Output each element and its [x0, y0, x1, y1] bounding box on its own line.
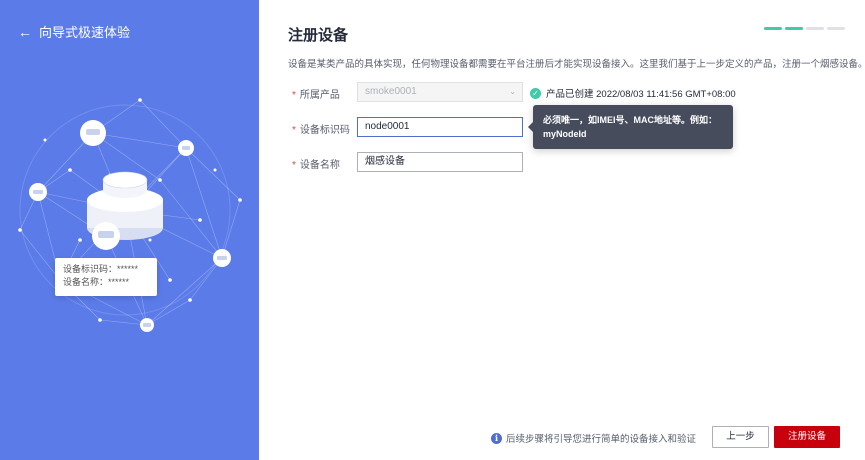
main-panel: 注册设备 设备是某类产品的具体实现，任何物理设备都需要在平台注册后才能实现设备接…	[259, 0, 865, 460]
step-indicator	[827, 27, 845, 30]
page-description: 设备是某类产品的具体实现，任何物理设备都需要在平台注册后才能实现设备接入。这里我…	[288, 59, 865, 70]
back-link-label: 向导式极速体验	[39, 25, 131, 40]
chevron-down-icon: ⌄	[509, 87, 516, 96]
footer-hint-text: 后续步骤将引导您进行简单的设备接入和验证	[506, 434, 697, 445]
device-info-card: 设备标识码： ****** 设备名称： ******	[55, 258, 157, 296]
device-name-label: * 设备名称	[292, 160, 340, 171]
step-progress	[764, 27, 845, 30]
card-name-label: 设备名称：	[63, 277, 109, 287]
step-indicator	[764, 27, 782, 30]
step-indicator	[806, 27, 824, 30]
check-circle-icon: ✓	[530, 87, 541, 99]
back-link[interactable]: ← 向导式极速体验	[18, 22, 130, 41]
node-id-label: * 设备标识码	[292, 125, 350, 136]
required-asterisk: *	[292, 125, 296, 136]
tooltip-line-1: 必须唯一，如IMEI号、MAC地址等。例如：	[543, 115, 717, 125]
product-created-text: 产品已创建 2022/08/03 11:41:56 GMT+08:00	[546, 89, 736, 100]
card-id-value: ******	[117, 264, 139, 274]
footer-hint: i 后续步骤将引导您进行简单的设备接入和验证	[491, 431, 696, 445]
product-created-status: ✓ 产品已创建 2022/08/03 11:41:56 GMT+08:00	[530, 86, 736, 100]
page-title: 注册设备	[288, 27, 349, 44]
arrow-left-icon: ←	[18, 23, 32, 40]
required-asterisk: *	[292, 90, 296, 101]
node-id-value: node0001	[365, 121, 410, 132]
wizard-sidebar: ← 向导式极速体验 设备标识码： ****** 设备名称： ******	[0, 0, 259, 460]
register-device-page: ← 向导式极速体验 设备标识码： ****** 设备名称： ****** 注册设…	[0, 0, 865, 460]
required-asterisk: *	[292, 160, 296, 171]
register-device-button[interactable]: 注册设备	[774, 426, 840, 448]
info-icon: i	[491, 432, 502, 444]
previous-step-button[interactable]: 上一步	[712, 426, 769, 448]
step-indicator	[785, 27, 803, 30]
card-id-label: 设备标识码：	[63, 264, 118, 274]
node-id-tooltip: 必须唯一，如IMEI号、MAC地址等。例如： myNodeId	[528, 105, 733, 149]
device-name-input[interactable]: 烟感设备	[357, 152, 523, 172]
card-name-value: ******	[108, 277, 130, 287]
smoke-detector-illustration	[18, 98, 242, 332]
tooltip-line-2: myNodeId	[543, 129, 587, 139]
device-name-value: 烟感设备	[365, 156, 405, 167]
node-id-input[interactable]: node0001	[357, 117, 523, 137]
product-select[interactable]: smoke0001 ⌄	[357, 82, 523, 102]
product-select-value: smoke0001	[365, 86, 417, 97]
product-label: * 所属产品	[292, 90, 340, 101]
